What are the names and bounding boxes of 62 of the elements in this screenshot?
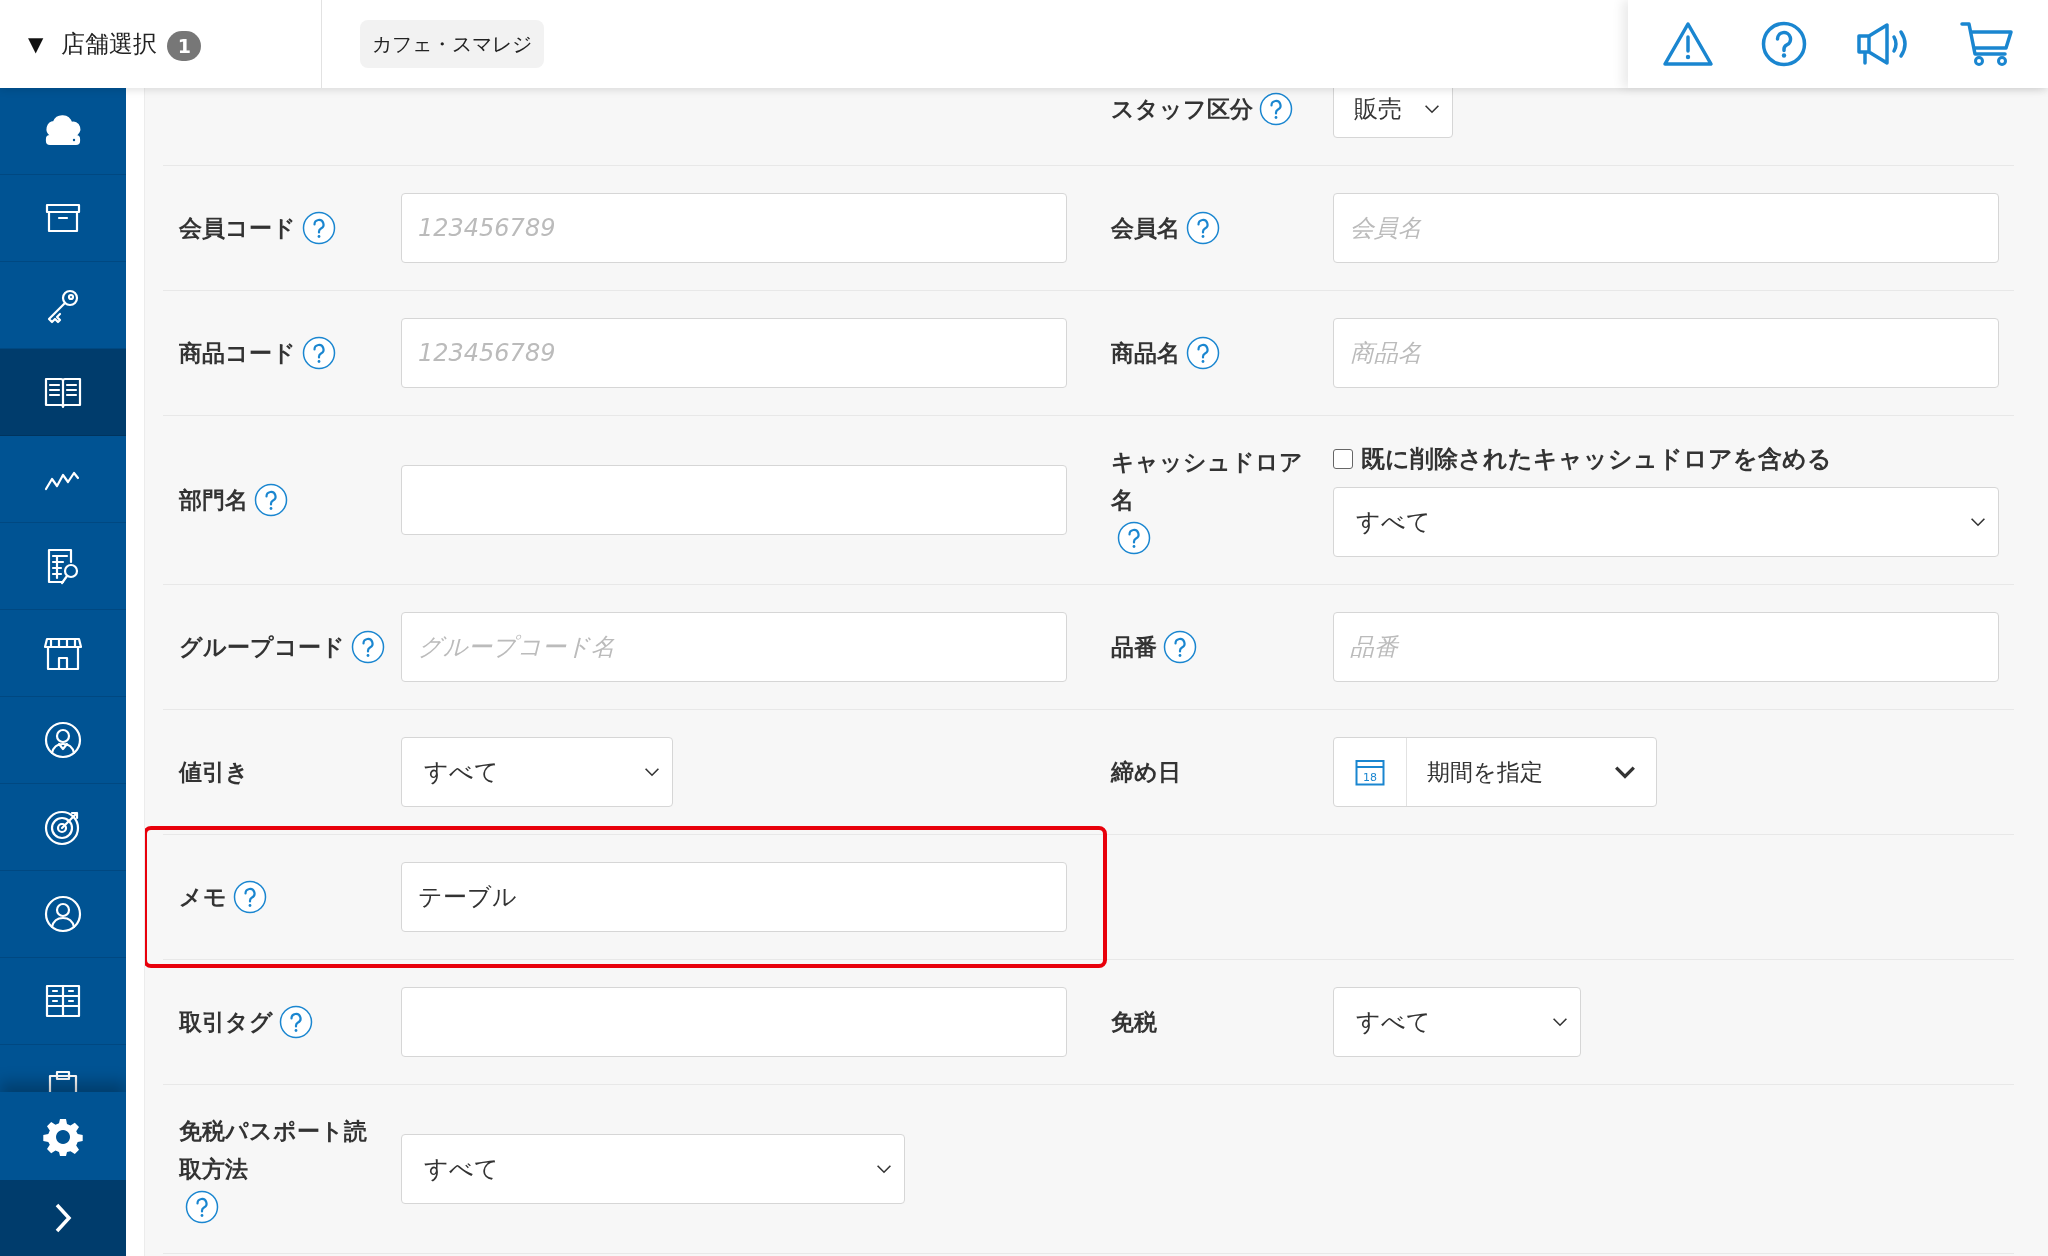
input-field[interactable]: 会員名 <box>1333 193 2000 263</box>
help-icon[interactable] <box>351 630 385 664</box>
field-label: キャッシュドロア名 <box>1111 448 1305 515</box>
chevron-down-icon <box>1424 104 1441 114</box>
warning-icon[interactable] <box>1661 21 1714 67</box>
chevron-down-icon <box>1614 765 1637 779</box>
store-select-label[interactable]: 店舗選択 <box>61 28 158 60</box>
settings-icon <box>43 1116 83 1156</box>
checkbox[interactable] <box>1333 449 1354 469</box>
chevron-down-icon <box>876 1164 892 1174</box>
date-range-picker[interactable]: 18 期間を指定 <box>1333 737 1658 807</box>
field-label: 会員コード <box>179 214 296 243</box>
store-chip[interactable]: カフェ・スマレジ <box>360 19 544 68</box>
field-label: 商品コード <box>179 339 296 368</box>
input-field[interactable] <box>401 465 1067 535</box>
field-label: 会員名 <box>1111 214 1181 243</box>
help-icon[interactable] <box>1186 211 1221 245</box>
select-dropdown[interactable]: すべて <box>401 1134 905 1204</box>
checkbox-label: 既に削除されたキャッシュドロアを含める <box>1361 444 1833 475</box>
field-label: 締め日 <box>1111 758 1182 787</box>
input-field[interactable]: グループコード名 <box>401 612 1067 682</box>
field-label: 部門名 <box>179 486 248 515</box>
select-dropdown[interactable]: すべて <box>1333 987 1582 1057</box>
chevron-down-icon <box>644 767 660 777</box>
field-label: 取引タグ <box>179 1008 273 1037</box>
input-field[interactable]: 123456789 <box>401 193 1067 263</box>
field-label: 品番 <box>1111 633 1158 662</box>
field-label: 値引き <box>179 758 249 787</box>
sidebar-item[interactable] <box>0 349 126 436</box>
count-badge: 1 <box>167 31 202 61</box>
field-label: 商品名 <box>1111 339 1181 368</box>
help-icon[interactable] <box>1761 21 1808 67</box>
help-icon[interactable] <box>302 336 336 370</box>
settings-button[interactable] <box>0 1092 126 1180</box>
input-field[interactable]: テーブル <box>401 862 1067 932</box>
field-label: メモ <box>179 883 227 912</box>
input-field[interactable]: 商品名 <box>1333 318 2000 388</box>
calendar-icon: 18 <box>1355 758 1386 786</box>
help-icon[interactable] <box>1117 521 1152 555</box>
help-icon[interactable] <box>1186 336 1221 370</box>
select-dropdown[interactable]: すべて <box>1333 487 2000 557</box>
help-icon[interactable] <box>279 1005 313 1039</box>
help-icon[interactable] <box>233 880 267 914</box>
dropdown-toggle[interactable]: ▼ <box>28 32 44 56</box>
field-label: グループコード <box>179 633 345 662</box>
chevron-down-icon <box>1552 1017 1569 1027</box>
help-icon[interactable] <box>302 211 336 245</box>
cart-icon[interactable] <box>1960 20 2015 68</box>
help-icon[interactable] <box>1259 92 1294 126</box>
input-field[interactable]: 品番 <box>1333 612 2000 682</box>
chevron-down-icon <box>1970 517 1987 527</box>
select-dropdown[interactable]: 販売 <box>1333 88 1454 138</box>
input-field[interactable] <box>401 987 1067 1057</box>
help-icon[interactable] <box>1163 630 1198 664</box>
input-field[interactable]: 123456789 <box>401 318 1067 388</box>
help-icon[interactable] <box>185 1190 219 1224</box>
help-icon[interactable] <box>254 483 288 517</box>
field-label: 免税パスポート読取方法 <box>179 1117 368 1184</box>
chevron-right-icon <box>53 1202 73 1234</box>
select-dropdown[interactable]: すべて <box>401 737 673 807</box>
field-label: 免税 <box>1111 1008 1158 1037</box>
field-label: スタッフ区分 <box>1111 95 1254 124</box>
